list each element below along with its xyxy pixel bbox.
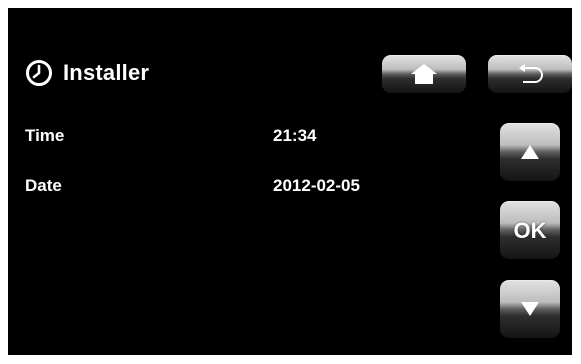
home-button[interactable] [382,55,466,93]
ok-button-label: OK [513,218,547,243]
up-button[interactable] [500,123,560,181]
date-value: 2012-02-05 [273,176,360,195]
page-title: Installer [63,60,150,85]
home-icon [411,64,437,84]
clock-icon [26,60,52,86]
installer-screen: Installer Time 21:34 Date 2012-02-05 OK [8,8,572,355]
time-value: 21:34 [273,126,317,145]
back-button[interactable] [488,55,572,93]
ok-button[interactable]: OK [500,201,560,259]
back-arrow-icon [519,64,543,83]
date-label: Date [25,176,62,195]
header: Installer [25,56,149,90]
down-button[interactable] [500,280,560,338]
time-label: Time [25,126,65,145]
arrow-up-icon [521,145,539,159]
arrow-down-icon [521,302,539,316]
